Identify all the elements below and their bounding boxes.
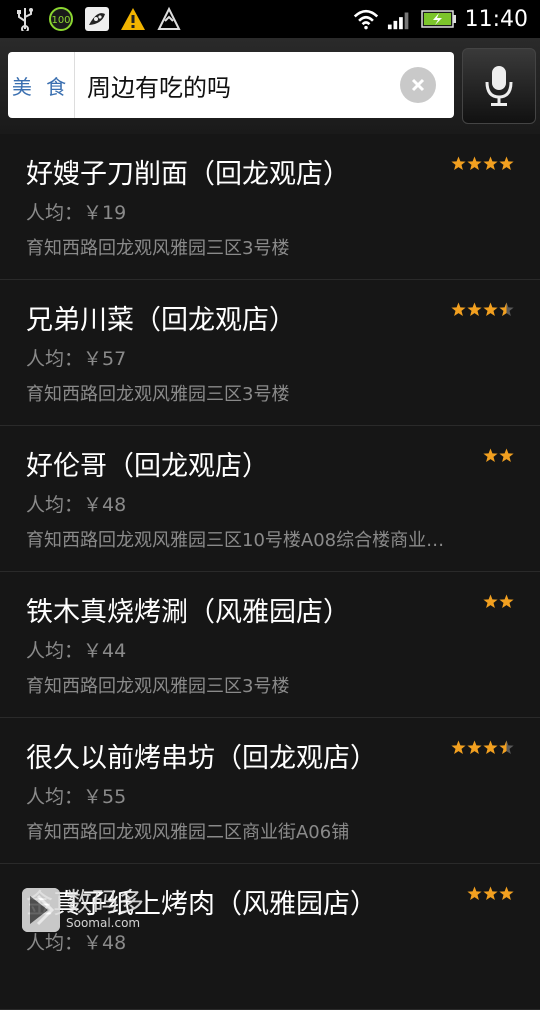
average-price: 人均：￥19 (26, 202, 127, 224)
microphone-icon (485, 66, 513, 106)
voice-search-button[interactable] (462, 48, 536, 124)
restaurant-address: 育知西路回龙观风雅园三区10号楼A08综合楼商业… (26, 530, 445, 551)
status-right-icons: 11:40 (353, 6, 540, 32)
warning-icon (120, 6, 146, 32)
watermark-subtext: Soomal.com (66, 916, 141, 930)
average-price: 人均：￥55 (26, 786, 127, 808)
star-half-icon (499, 302, 514, 316)
star-full-icon (483, 156, 498, 170)
star-full-icon (451, 302, 466, 316)
battery-charging-icon (420, 6, 457, 32)
list-item[interactable]: 金真子纸上烤肉（风雅园店） 人均：￥48 (0, 864, 540, 1010)
restaurant-name: 铁木真烧烤涮（风雅园店） (26, 597, 350, 628)
app-notification-icon (84, 6, 110, 32)
restaurant-address: 育知西路回龙观风雅园三区3号楼 (26, 676, 290, 697)
usb-icon (12, 6, 38, 32)
star-full-icon (499, 448, 514, 462)
status-bar: 100 11:40 (0, 0, 540, 38)
restaurant-name: 兄弟川菜（回龙观店） (26, 305, 296, 336)
list-item[interactable]: 兄弟川菜（回龙观店） 人均：￥57 育知西路回龙观风雅园三区3号楼 (0, 280, 540, 426)
battery-badge-text: 100 (51, 15, 70, 26)
watermark: 数码多 Soomal.com (22, 888, 144, 932)
star-full-icon (483, 886, 498, 900)
restaurant-address: 育知西路回龙观风雅园三区3号楼 (26, 384, 290, 405)
status-left-icons: 100 (0, 6, 182, 32)
signal-icon (387, 6, 413, 32)
wifi-icon (353, 6, 379, 32)
search-input[interactable]: 周边有吃的吗 (75, 68, 400, 103)
list-item[interactable]: 好伦哥（回龙观店） 人均：￥48 育知西路回龙观风雅园三区10号楼A08综合楼商业… (0, 426, 540, 572)
restaurant-address: 育知西路回龙观风雅园二区商业街A06铺 (26, 822, 350, 843)
category-selector[interactable]: 美 食 (8, 52, 75, 118)
restaurant-name: 好嫂子刀削面（回龙观店） (26, 159, 350, 190)
list-item[interactable]: 好嫂子刀削面（回龙观店） 人均：￥19 育知西路回龙观风雅园三区3号楼 (0, 134, 540, 280)
data-sync-icon (156, 6, 182, 32)
restaurant-address: 育知西路回龙观风雅园三区3号楼 (26, 238, 290, 259)
star-full-icon (467, 302, 482, 316)
star-full-icon (467, 740, 482, 754)
star-full-icon (499, 156, 514, 170)
star-full-icon (483, 448, 498, 462)
results-list: 好嫂子刀削面（回龙观店） 人均：￥19 育知西路回龙观风雅园三区3号楼 兄弟川菜（回龙… (0, 134, 540, 1010)
average-price: 人均：￥57 (26, 348, 127, 370)
clear-search-button[interactable] (400, 67, 436, 103)
rating-stars (451, 302, 514, 317)
battery-100-badge-icon: 100 (48, 6, 74, 32)
star-full-icon (499, 594, 514, 608)
average-price: 人均：￥44 (26, 640, 127, 662)
star-full-icon (467, 156, 482, 170)
average-price: 人均：￥48 (26, 494, 127, 516)
star-full-icon (451, 156, 466, 170)
search-bar: 美 食 周边有吃的吗 (0, 38, 540, 135)
watermark-logo-icon (22, 888, 60, 932)
rating-stars (483, 594, 514, 609)
rating-stars (467, 886, 514, 901)
restaurant-name: 好伦哥（回龙观店） (26, 451, 269, 482)
rating-stars (451, 740, 514, 755)
watermark-text: 数码多 (66, 888, 145, 918)
rating-stars (483, 448, 514, 463)
star-full-icon (483, 740, 498, 754)
search-box[interactable]: 美 食 周边有吃的吗 (8, 52, 454, 118)
star-full-icon (483, 594, 498, 608)
star-full-icon (451, 740, 466, 754)
list-item[interactable]: 很久以前烤串坊（回龙观店） 人均：￥55 育知西路回龙观风雅园二区商业街A06铺 (0, 718, 540, 864)
clear-icon (411, 78, 425, 92)
star-full-icon (499, 886, 514, 900)
average-price: 人均：￥48 (26, 932, 127, 954)
status-time: 11:40 (464, 6, 528, 32)
star-half-icon (499, 740, 514, 754)
rating-stars (451, 156, 514, 171)
restaurant-name: 很久以前烤串坊（回龙观店） (26, 743, 377, 774)
list-item[interactable]: 铁木真烧烤涮（风雅园店） 人均：￥44 育知西路回龙观风雅园三区3号楼 (0, 572, 540, 718)
star-full-icon (483, 302, 498, 316)
star-full-icon (467, 886, 482, 900)
